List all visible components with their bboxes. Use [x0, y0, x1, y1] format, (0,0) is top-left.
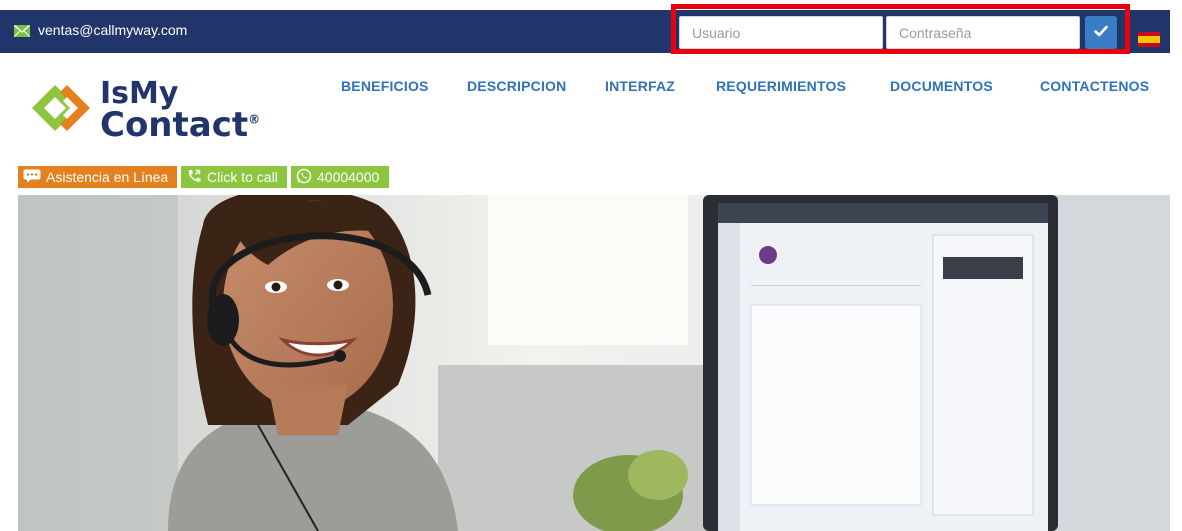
nav-documentos[interactable]: DOCUMENTOS — [890, 78, 993, 94]
nav-descripcion[interactable]: DESCRIPCION — [467, 78, 566, 94]
hero-image — [18, 195, 1170, 531]
online-assistance-label: Asistencia en Línea — [46, 169, 169, 185]
whatsapp-icon — [296, 168, 312, 187]
hero-illustration — [18, 195, 1170, 531]
whatsapp-button[interactable]: 40004000 — [291, 166, 389, 188]
nav-requerimientos[interactable]: REQUERIMIENTOS — [716, 78, 846, 94]
nav-contactenos[interactable]: CONTACTENOS — [1040, 78, 1149, 94]
spain-flag-icon[interactable] — [1138, 32, 1160, 47]
click-to-call-button[interactable]: Click to call — [181, 166, 287, 188]
logo-line-2: Contact — [100, 104, 249, 145]
email-text[interactable]: ventas@callmyway.com — [38, 22, 187, 38]
phone-icon — [186, 169, 202, 186]
login-form-highlight — [671, 4, 1130, 54]
chat-icon — [23, 169, 41, 186]
main-navigation: BENEFICIOS DESCRIPCION INTERFAZ REQUERIM… — [0, 78, 1182, 98]
contact-email[interactable]: ventas@callmyway.com — [14, 22, 187, 38]
envelope-icon — [14, 24, 30, 37]
click-to-call-label: Click to call — [207, 169, 278, 185]
login-submit-button[interactable] — [1085, 16, 1117, 49]
nav-interfaz[interactable]: INTERFAZ — [605, 78, 675, 94]
registered-mark: ® — [248, 112, 261, 127]
whatsapp-number: 40004000 — [317, 169, 380, 185]
username-input[interactable] — [679, 16, 883, 49]
online-assistance-button[interactable]: Asistencia en Línea — [18, 166, 177, 188]
nav-beneficios[interactable]: BENEFICIOS — [341, 78, 429, 94]
password-input[interactable] — [886, 16, 1080, 49]
checkmark-icon — [1094, 25, 1108, 40]
